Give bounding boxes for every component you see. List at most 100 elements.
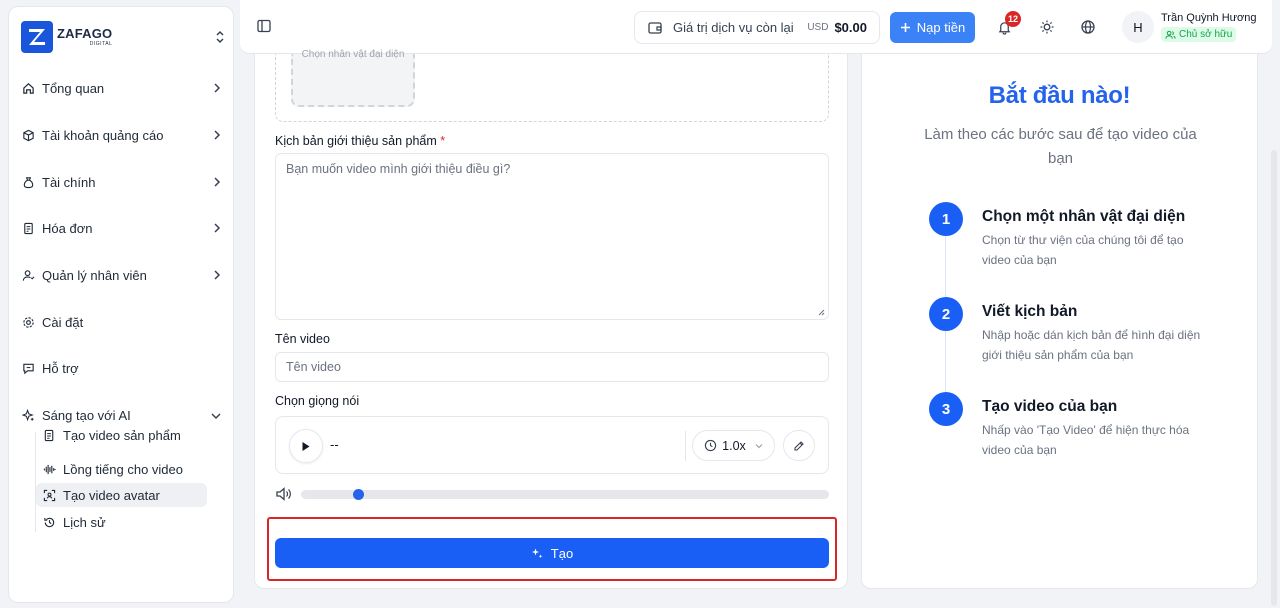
sparkle-icon: [21, 408, 35, 422]
script-textarea[interactable]: Bạn muốn video mình giới thiệu điều gì?: [275, 153, 829, 320]
create-button[interactable]: Tạo: [275, 538, 829, 568]
user-icon: [21, 268, 35, 282]
box-icon: [21, 128, 35, 142]
chevron-right-icon: [213, 268, 221, 283]
sidebar-subitem-label: Lồng tiếng cho video: [63, 461, 183, 477]
sidebar-item-invoices[interactable]: Hóa đơn: [21, 214, 225, 242]
guide-title: Bắt đầu nào!: [988, 82, 1131, 109]
resize-grip-icon[interactable]: [818, 309, 825, 316]
document-icon: [42, 428, 56, 442]
sidebar-item-label: Tài chính: [42, 174, 96, 190]
sidebar-item-label: Tài khoản quảng cáo: [42, 127, 164, 143]
edit-voice-button[interactable]: [783, 430, 815, 461]
waveform-icon: [42, 462, 56, 476]
brand-name: ZAFAGO: [57, 26, 113, 41]
balance-currency: USD: [807, 22, 829, 33]
sidebar-item-staff[interactable]: Quản lý nhân viên: [21, 261, 225, 289]
sidebar-item-finance[interactable]: Tài chính: [21, 168, 225, 196]
volume-icon[interactable]: [275, 486, 293, 504]
script-label: Kịch bản giới thiệu sản phẩm *: [275, 134, 445, 148]
history-icon: [42, 515, 56, 529]
chevron-right-icon: [213, 221, 221, 236]
home-icon: [21, 81, 35, 95]
step-number: 3: [929, 392, 963, 426]
face-scan-icon: [42, 488, 56, 502]
chevron-right-icon: [213, 81, 221, 96]
sidebar-item-settings[interactable]: Cài đặt: [21, 308, 225, 336]
video-name-label: Tên video: [275, 332, 330, 346]
user-name: Trần Quỳnh Hương: [1161, 12, 1257, 24]
step-title: Chọn một nhân vật đại diện: [982, 208, 1186, 225]
step-description: Nhập hoặc dán kịch bản để hình đại diện …: [982, 328, 1201, 362]
balance-amount: $0.00: [834, 20, 867, 35]
video-name-placeholder: Tên video: [286, 360, 341, 374]
play-button[interactable]: [289, 429, 323, 463]
avatar-video-form: Chọn nhân vật đại diện Kịch bản giới thi…: [254, 49, 848, 589]
plus-icon: [900, 22, 911, 33]
sidebar-subitem-label: Tạo video sản phẩm: [63, 427, 181, 443]
chevron-down-icon: [755, 443, 763, 449]
role-badge: Chủ sở hữu: [1161, 27, 1237, 42]
sidebar-item-support[interactable]: Hỗ trợ: [21, 354, 225, 382]
speed-value: 1.0x: [722, 438, 746, 453]
chat-icon: [21, 361, 35, 375]
workspace-switch-icon[interactable]: [215, 30, 225, 44]
getting-started-panel: Bắt đầu nào! Làm theo các bước sau để tạ…: [861, 54, 1258, 589]
step-description: Nhấp vào 'Tạo Video' để hiện thực hóa vi…: [982, 423, 1190, 457]
chevron-down-icon: [211, 408, 221, 423]
sun-icon[interactable]: [1038, 18, 1056, 36]
step-number: 1: [929, 202, 963, 236]
sidebar-item-ad-accounts[interactable]: Tài khoản quảng cáo: [21, 121, 225, 149]
video-name-input[interactable]: Tên video: [275, 352, 829, 382]
sidebar-subitem-history[interactable]: Lịch sử: [36, 510, 207, 534]
avatar-slot[interactable]: Chọn nhân vật đại diện: [291, 49, 415, 107]
step-description: Chọn từ thư viện của chúng tôi để tạo vi…: [982, 233, 1184, 267]
sidebar-subitem-product-video[interactable]: Tạo video sản phẩm: [36, 423, 207, 447]
globe-icon[interactable]: [1079, 18, 1097, 36]
sparkle-icon: [531, 547, 543, 559]
gear-icon: [21, 315, 35, 329]
sidebar-item-label: Sáng tạo với AI: [42, 407, 131, 423]
brand-logo-icon: [21, 21, 53, 53]
sidebar-item-label: Quản lý nhân viên: [42, 267, 147, 283]
users-icon: [1165, 30, 1176, 40]
sidebar-subitem-label: Lịch sử: [63, 514, 106, 530]
toggle-sidebar-icon[interactable]: [256, 18, 274, 36]
voice-label: Chọn giọng nói: [275, 394, 360, 408]
notification-badge: 12: [1005, 11, 1021, 27]
step-number: 2: [929, 297, 963, 331]
pencil-icon: [794, 440, 804, 451]
play-icon: [302, 441, 310, 451]
required-mark: *: [440, 134, 446, 148]
sidebar-item-label: Hóa đơn: [42, 220, 93, 236]
brand-row[interactable]: ZAFAGO DIGITAL: [21, 19, 225, 55]
volume-slider[interactable]: [301, 489, 829, 500]
balance-box[interactable]: Giá trị dịch vụ còn lại USD $0.00: [634, 11, 880, 44]
voice-selector: -- 1.0x: [275, 416, 829, 474]
money-bag-icon: [21, 175, 35, 189]
balance-label: Giá trị dịch vụ còn lại: [673, 20, 794, 35]
topup-label: Nạp tiền: [916, 20, 966, 35]
script-placeholder: Bạn muốn video mình giới thiệu điều gì?: [286, 162, 511, 176]
speed-select[interactable]: 1.0x: [692, 430, 775, 461]
chevron-right-icon: [213, 128, 221, 143]
avatar[interactable]: H: [1122, 11, 1154, 43]
guide-subtitle: Làm theo các bước sau để tạo video của b…: [924, 126, 1197, 167]
brand-sub: DIGITAL: [89, 41, 113, 47]
page-scrollbar[interactable]: [1271, 150, 1277, 606]
step-title: Tạo video của bạn: [982, 398, 1118, 415]
voice-name: --: [330, 437, 339, 452]
sidebar-subitem-avatar-video[interactable]: Tạo video avatar: [36, 483, 207, 507]
topup-button[interactable]: Nạp tiền: [890, 12, 975, 43]
avatar-select-area[interactable]: Chọn nhân vật đại diện: [275, 49, 829, 122]
step-title: Viết kịch bản: [982, 303, 1078, 320]
volume-slider-thumb[interactable]: [352, 489, 364, 500]
avatar-placeholder: Chọn nhân vật đại diện: [301, 49, 405, 60]
chevron-right-icon: [213, 175, 221, 190]
sidebar-subitem-dubbing[interactable]: Lồng tiếng cho video: [36, 457, 207, 481]
sidebar-item-overview[interactable]: Tổng quan: [21, 74, 225, 102]
sidebar-item-label: Hỗ trợ: [42, 360, 79, 376]
sidebar-item-label: Tổng quan: [42, 80, 105, 96]
clock-icon: [704, 439, 717, 452]
topbar: Giá trị dịch vụ còn lại USD $0.00 Nạp ti…: [240, 0, 1272, 54]
